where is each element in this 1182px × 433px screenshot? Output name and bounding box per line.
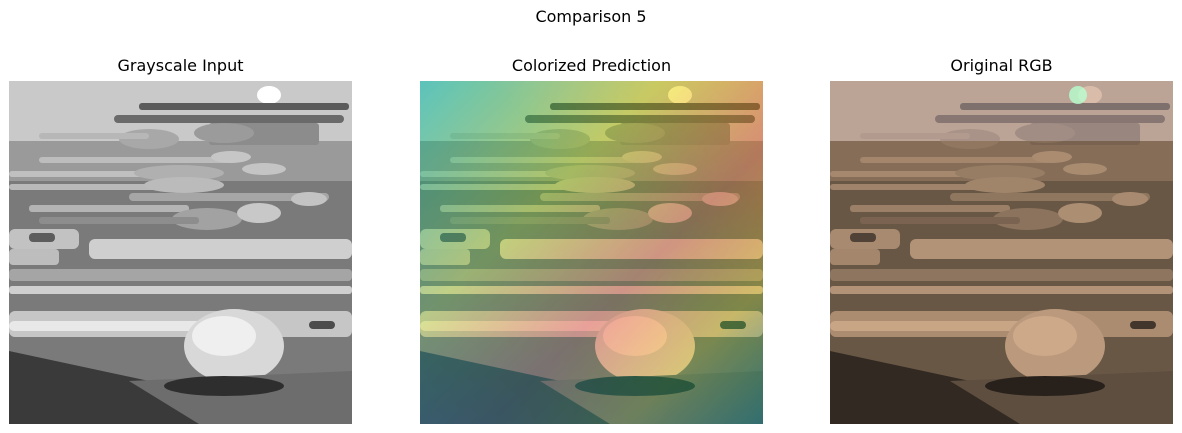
grayscale-image xyxy=(9,81,352,424)
panel-colorized-prediction: Colorized Prediction xyxy=(420,54,763,424)
panel-original-rgb: Original RGB xyxy=(830,54,1173,424)
original-rgb-image xyxy=(830,81,1173,424)
panel-grayscale-input: Grayscale Input xyxy=(9,54,352,424)
figure-title: Comparison 5 xyxy=(535,7,647,26)
panel-title: Original RGB xyxy=(950,56,1053,75)
panel-title: Grayscale Input xyxy=(117,56,244,75)
colorized-image xyxy=(420,81,763,424)
panel-title: Colorized Prediction xyxy=(511,56,672,75)
